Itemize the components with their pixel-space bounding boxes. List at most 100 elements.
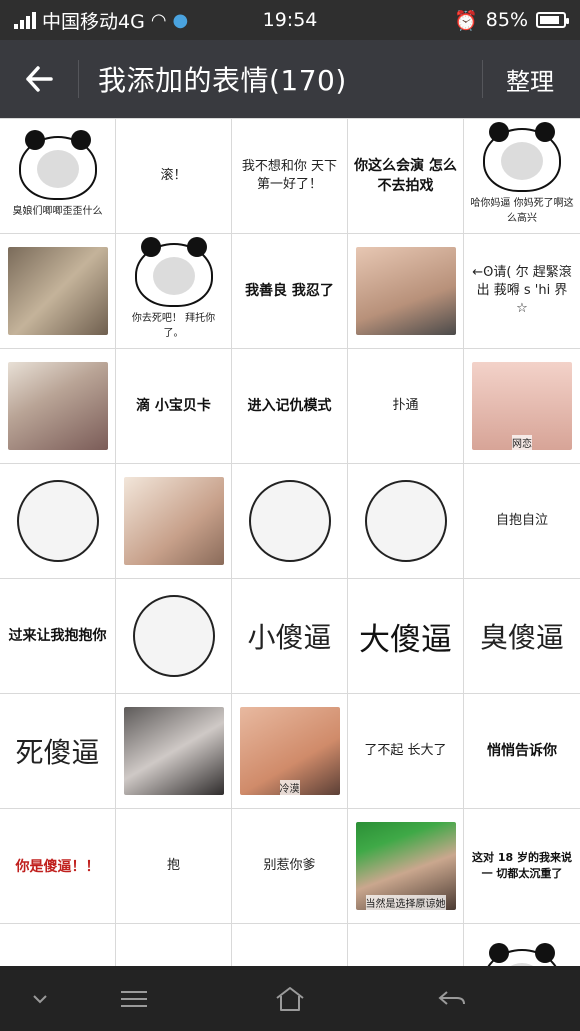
- home-icon[interactable]: [250, 966, 330, 1031]
- sticker-text: 你去死吧！ 拜托你了。: [131, 313, 216, 339]
- sticker-content: 死傻逼: [15, 731, 99, 771]
- sticker-text: 冷漠: [279, 780, 300, 795]
- sticker-cell[interactable]: 臭傻逼: [464, 579, 580, 694]
- sticker-cell[interactable]: 大傻逼: [348, 579, 464, 694]
- sticker-cell[interactable]: 老子叫坦: [348, 924, 464, 966]
- sticker-cell[interactable]: [348, 464, 464, 579]
- sticker-text: 悄悄告诉你: [487, 743, 557, 759]
- sticker-cell[interactable]: 你这么会演 怎么不去拍戏: [348, 119, 464, 234]
- sticker-content: ←ʘ请( 尔 趕緊滾出 莪嘚 s 'hi 界 ☆: [470, 264, 574, 318]
- cartoon-meme-image: [364, 480, 447, 562]
- cartoon-meme-image: [16, 480, 99, 562]
- sticker-content: 网恋: [472, 362, 572, 450]
- sticker-content: [123, 707, 224, 795]
- sticker-content: 悄悄告诉你: [487, 741, 557, 761]
- sticker-cell[interactable]: 抱: [116, 809, 232, 924]
- sticker-cell[interactable]: 小傻逼: [232, 579, 348, 694]
- sticker-cell[interactable]: 了不起 长大了: [348, 694, 464, 809]
- sticker-text: 自抱自泣: [495, 513, 548, 528]
- battery-icon: [536, 12, 569, 28]
- sticker-cell[interactable]: [116, 924, 232, 966]
- navigation-bar: [0, 966, 580, 1031]
- battery-label: 85%: [485, 9, 528, 31]
- sticker-cell[interactable]: [116, 579, 232, 694]
- sticker-text: 我善良 我忍了: [245, 283, 334, 299]
- sticker-cell[interactable]: [232, 924, 348, 966]
- cartoon-meme-image: [248, 480, 331, 562]
- sticker-cell[interactable]: 别惹你爹: [232, 809, 348, 924]
- sticker-text: 别惹你爹: [263, 858, 316, 873]
- sticker-cell[interactable]: 你去死吧！ 拜托你了。: [116, 234, 232, 349]
- photo-meme-image: 网恋: [472, 362, 572, 450]
- sticker-content: [7, 247, 108, 335]
- sticker-cell[interactable]: 过来让我抱抱你: [0, 579, 116, 694]
- sticker-content: 哈你妈逼 你妈死了啊这么高兴: [470, 122, 574, 224]
- sticker-cell[interactable]: 扑通: [348, 349, 464, 464]
- back-arrow-icon: [26, 66, 53, 92]
- sticker-cell[interactable]: 我不想和你 天下第一好了！: [232, 119, 348, 234]
- status-bar: 中国移动4G ◠ ● 19:54 ⏰ 85%: [0, 0, 580, 40]
- sticker-cell[interactable]: 自抱自泣: [464, 464, 580, 579]
- sticker-cell[interactable]: [0, 464, 116, 579]
- sticker-cell[interactable]: [116, 694, 232, 809]
- sticker-cell[interactable]: 进入记仇模式: [232, 349, 348, 464]
- back-button[interactable]: [18, 58, 60, 100]
- sticker-cell[interactable]: [116, 464, 232, 579]
- sticker-content: 这对 18 岁的我来说一 切都太沉重了: [470, 850, 574, 882]
- app-bar: 我添加的表情(170) 整理: [0, 40, 580, 118]
- sticker-cell[interactable]: 悄悄告诉你: [464, 694, 580, 809]
- sticker-cell[interactable]: [0, 234, 116, 349]
- sticker-cell[interactable]: 哈你妈逼 你妈死了啊这么高兴: [464, 119, 580, 234]
- sticker-cell[interactable]: 这对 18 岁的我来说一 切都太沉重了: [464, 809, 580, 924]
- sticker-cell[interactable]: 我善良 我忍了: [232, 234, 348, 349]
- menu-icon[interactable]: [94, 966, 174, 1031]
- sticker-content: 进入记仇模式: [248, 396, 332, 416]
- sticker-content: 你去死吧！ 拜托你了。: [122, 237, 225, 339]
- sticker-cell[interactable]: 臭娘们唧唧歪歪什么: [0, 119, 116, 234]
- sticker-content: 我不想和你 天下第一好了！: [238, 158, 341, 194]
- sticker-text: 滴 小宝贝卡: [136, 398, 211, 414]
- sticker-cell[interactable]: ←ʘ请( 尔 趕緊滾出 莪嘚 s 'hi 界 ☆: [464, 234, 580, 349]
- sticker-cell[interactable]: [0, 349, 116, 464]
- photo-meme-image: [355, 247, 456, 335]
- sticker-content: 冷漠: [239, 707, 340, 795]
- sticker-cell[interactable]: 我跟傻逼聊不来: [0, 924, 116, 966]
- sticker-cell[interactable]: 当然是选择原谅她: [348, 809, 464, 924]
- sticker-text: 你是傻逼！！: [15, 859, 100, 875]
- cartoon-meme-image: [132, 595, 215, 677]
- sticker-text: 过来让我抱抱你: [8, 628, 107, 644]
- sticker-text: 了不起 长大了: [364, 743, 447, 758]
- sticker-cell[interactable]: 网恋: [464, 349, 580, 464]
- sticker-content: [132, 595, 215, 677]
- sticker-cell[interactable]: 滴 小宝贝卡: [116, 349, 232, 464]
- sticker-text: ←ʘ请( 尔 趕緊滾出 莪嘚 s 'hi 界 ☆: [472, 265, 572, 316]
- sticker-grid: 臭娘们唧唧歪歪什么 滚！ 我不想和你 天下第一好了！ 你这么会演 怎么不去拍戏 哈你妈逼…: [0, 118, 580, 966]
- sticker-text: 哈你妈逼 你妈死了啊这么高兴: [470, 198, 574, 224]
- sticker-content: 大傻逼: [359, 614, 452, 659]
- sticker-text: 滚！: [160, 168, 187, 183]
- sticker-cell[interactable]: [464, 924, 580, 966]
- sticker-content: [7, 362, 108, 450]
- sticker-cell[interactable]: 冷漠: [232, 694, 348, 809]
- chevron-down-icon[interactable]: [0, 966, 80, 1031]
- photo-meme-image: [7, 362, 108, 450]
- sticker-text: 你这么会演 怎么不去拍戏: [354, 158, 457, 194]
- sticker-content: 了不起 长大了: [364, 742, 446, 760]
- panda-meme-image: [483, 122, 561, 192]
- sticker-cell[interactable]: [348, 234, 464, 349]
- sticker-cell[interactable]: 滚！: [116, 119, 232, 234]
- back-icon[interactable]: [412, 966, 492, 1031]
- photo-meme-image: [7, 247, 108, 335]
- sticker-text: 当然是选择原谅她: [365, 895, 446, 910]
- sticker-content: 扑通: [392, 397, 418, 415]
- manage-button[interactable]: 整理: [506, 40, 554, 118]
- sticker-cell[interactable]: [232, 464, 348, 579]
- sticker-text: 抱: [166, 858, 180, 873]
- sticker-cell[interactable]: 你是傻逼！！: [0, 809, 116, 924]
- sticker-content: [364, 480, 447, 562]
- sticker-cell[interactable]: 死傻逼: [0, 694, 116, 809]
- photo-meme-image: 冷漠: [239, 707, 340, 795]
- alarm-icon: ⏰: [454, 9, 478, 32]
- sticker-content: 别惹你爹: [263, 857, 315, 875]
- sticker-text: 大傻逼: [359, 621, 452, 658]
